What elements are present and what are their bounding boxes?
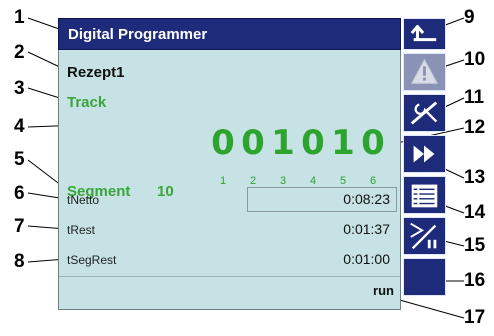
track-digit: 0 bbox=[211, 123, 235, 163]
warning-triangle-icon bbox=[410, 58, 439, 84]
callout-12: 12 bbox=[464, 117, 486, 138]
callout-7: 7 bbox=[14, 216, 25, 237]
callout-2: 2 bbox=[14, 42, 25, 63]
alarm-button[interactable] bbox=[403, 53, 446, 91]
segment-value: 10 bbox=[157, 183, 174, 200]
callout-16: 16 bbox=[464, 270, 486, 291]
track-digit: 1 bbox=[331, 123, 355, 163]
callout-9: 9 bbox=[464, 7, 475, 28]
callout-6: 6 bbox=[14, 183, 25, 204]
callout-8: 8 bbox=[14, 251, 25, 272]
track-position-number: 1 bbox=[219, 175, 227, 187]
tnetto-label: tNetto bbox=[67, 193, 100, 207]
title-bar: Digital Programmer bbox=[58, 18, 401, 50]
callout-13: 13 bbox=[464, 167, 486, 188]
status-separator bbox=[59, 276, 400, 277]
track-digit: 0 bbox=[301, 123, 325, 163]
track-digit: 0 bbox=[361, 123, 385, 163]
tsegrest-label: tSegRest bbox=[67, 253, 117, 267]
callout-1: 1 bbox=[14, 7, 25, 28]
callout-14: 14 bbox=[464, 202, 486, 223]
callout-15: 15 bbox=[464, 235, 486, 256]
status-text: run bbox=[373, 283, 394, 298]
play-pause-icon bbox=[410, 222, 437, 250]
recipe-name: Rezept1 bbox=[67, 64, 125, 81]
return-button[interactable] bbox=[403, 18, 446, 50]
tools-icon bbox=[410, 101, 438, 125]
callout-5: 5 bbox=[14, 149, 25, 170]
callout-11: 11 bbox=[464, 87, 485, 108]
blank-button[interactable] bbox=[403, 258, 446, 296]
track-label: Track bbox=[67, 94, 107, 111]
fast-forward-icon bbox=[413, 145, 435, 163]
callout-10: 10 bbox=[464, 49, 486, 70]
list-icon bbox=[411, 184, 438, 208]
callout-4: 4 bbox=[14, 116, 25, 137]
tnetto-value: 0:08:23 bbox=[343, 191, 390, 207]
trest-value: 0:01:37 bbox=[343, 221, 390, 237]
tools-button[interactable] bbox=[403, 94, 446, 132]
window-title: Digital Programmer bbox=[68, 26, 208, 43]
track-digit: 1 bbox=[271, 123, 295, 163]
track-position-number: 6 bbox=[369, 175, 377, 187]
callout-17: 17 bbox=[464, 307, 486, 328]
fast-forward-button[interactable] bbox=[403, 135, 446, 173]
track-position-number: 5 bbox=[339, 175, 347, 187]
trest-label: tRest bbox=[67, 223, 96, 237]
track-digit: 0 bbox=[241, 123, 265, 163]
blank-icon bbox=[404, 259, 445, 295]
play-pause-button[interactable] bbox=[403, 217, 446, 255]
return-arrow-icon bbox=[410, 25, 437, 42]
track-position-number: 3 bbox=[279, 175, 287, 187]
track-position-number: 4 bbox=[309, 175, 317, 187]
list-button[interactable] bbox=[403, 176, 446, 214]
tsegrest-value: 0:01:00 bbox=[343, 251, 390, 267]
track-position-number: 2 bbox=[249, 175, 257, 187]
callout-3: 3 bbox=[14, 78, 25, 99]
